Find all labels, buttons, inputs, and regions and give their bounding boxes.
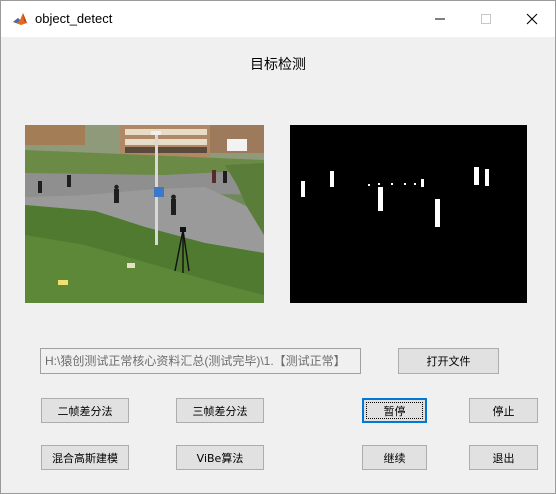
pause-button[interactable]: 暂停 xyxy=(362,398,427,423)
minimize-button[interactable] xyxy=(417,1,463,37)
app-window: object_detect 目标检测 H:\猿创测试正常核心资料汇总(测试完毕)… xyxy=(0,0,556,494)
gmm-button[interactable]: 混合高斯建模 xyxy=(41,445,129,470)
detection-mask-image xyxy=(290,125,527,303)
open-file-button[interactable]: 打开文件 xyxy=(398,348,499,374)
maximize-icon xyxy=(481,14,491,24)
close-icon xyxy=(526,13,538,25)
detection-mask-panel xyxy=(290,125,527,303)
exit-button[interactable]: 退出 xyxy=(469,445,538,470)
matlab-icon xyxy=(12,11,28,27)
page-heading: 目标检测 xyxy=(250,57,306,73)
resume-button[interactable]: 继续 xyxy=(362,445,427,470)
three-frame-diff-button[interactable]: 三帧差分法 xyxy=(176,398,264,423)
vibe-button[interactable]: ViBe算法 xyxy=(176,445,264,470)
minimize-icon xyxy=(435,18,445,20)
video-frame-image xyxy=(25,125,264,303)
title-bar[interactable]: object_detect xyxy=(1,1,555,37)
window-title: object_detect xyxy=(35,11,113,26)
stop-button[interactable]: 停止 xyxy=(469,398,538,423)
maximize-button[interactable] xyxy=(463,1,509,37)
file-path-field[interactable]: H:\猿创测试正常核心资料汇总(测试完毕)\1.【测试正常】 xyxy=(40,348,361,374)
close-button[interactable] xyxy=(509,1,555,37)
video-frame-panel xyxy=(25,125,264,303)
two-frame-diff-button[interactable]: 二帧差分法 xyxy=(41,398,129,423)
